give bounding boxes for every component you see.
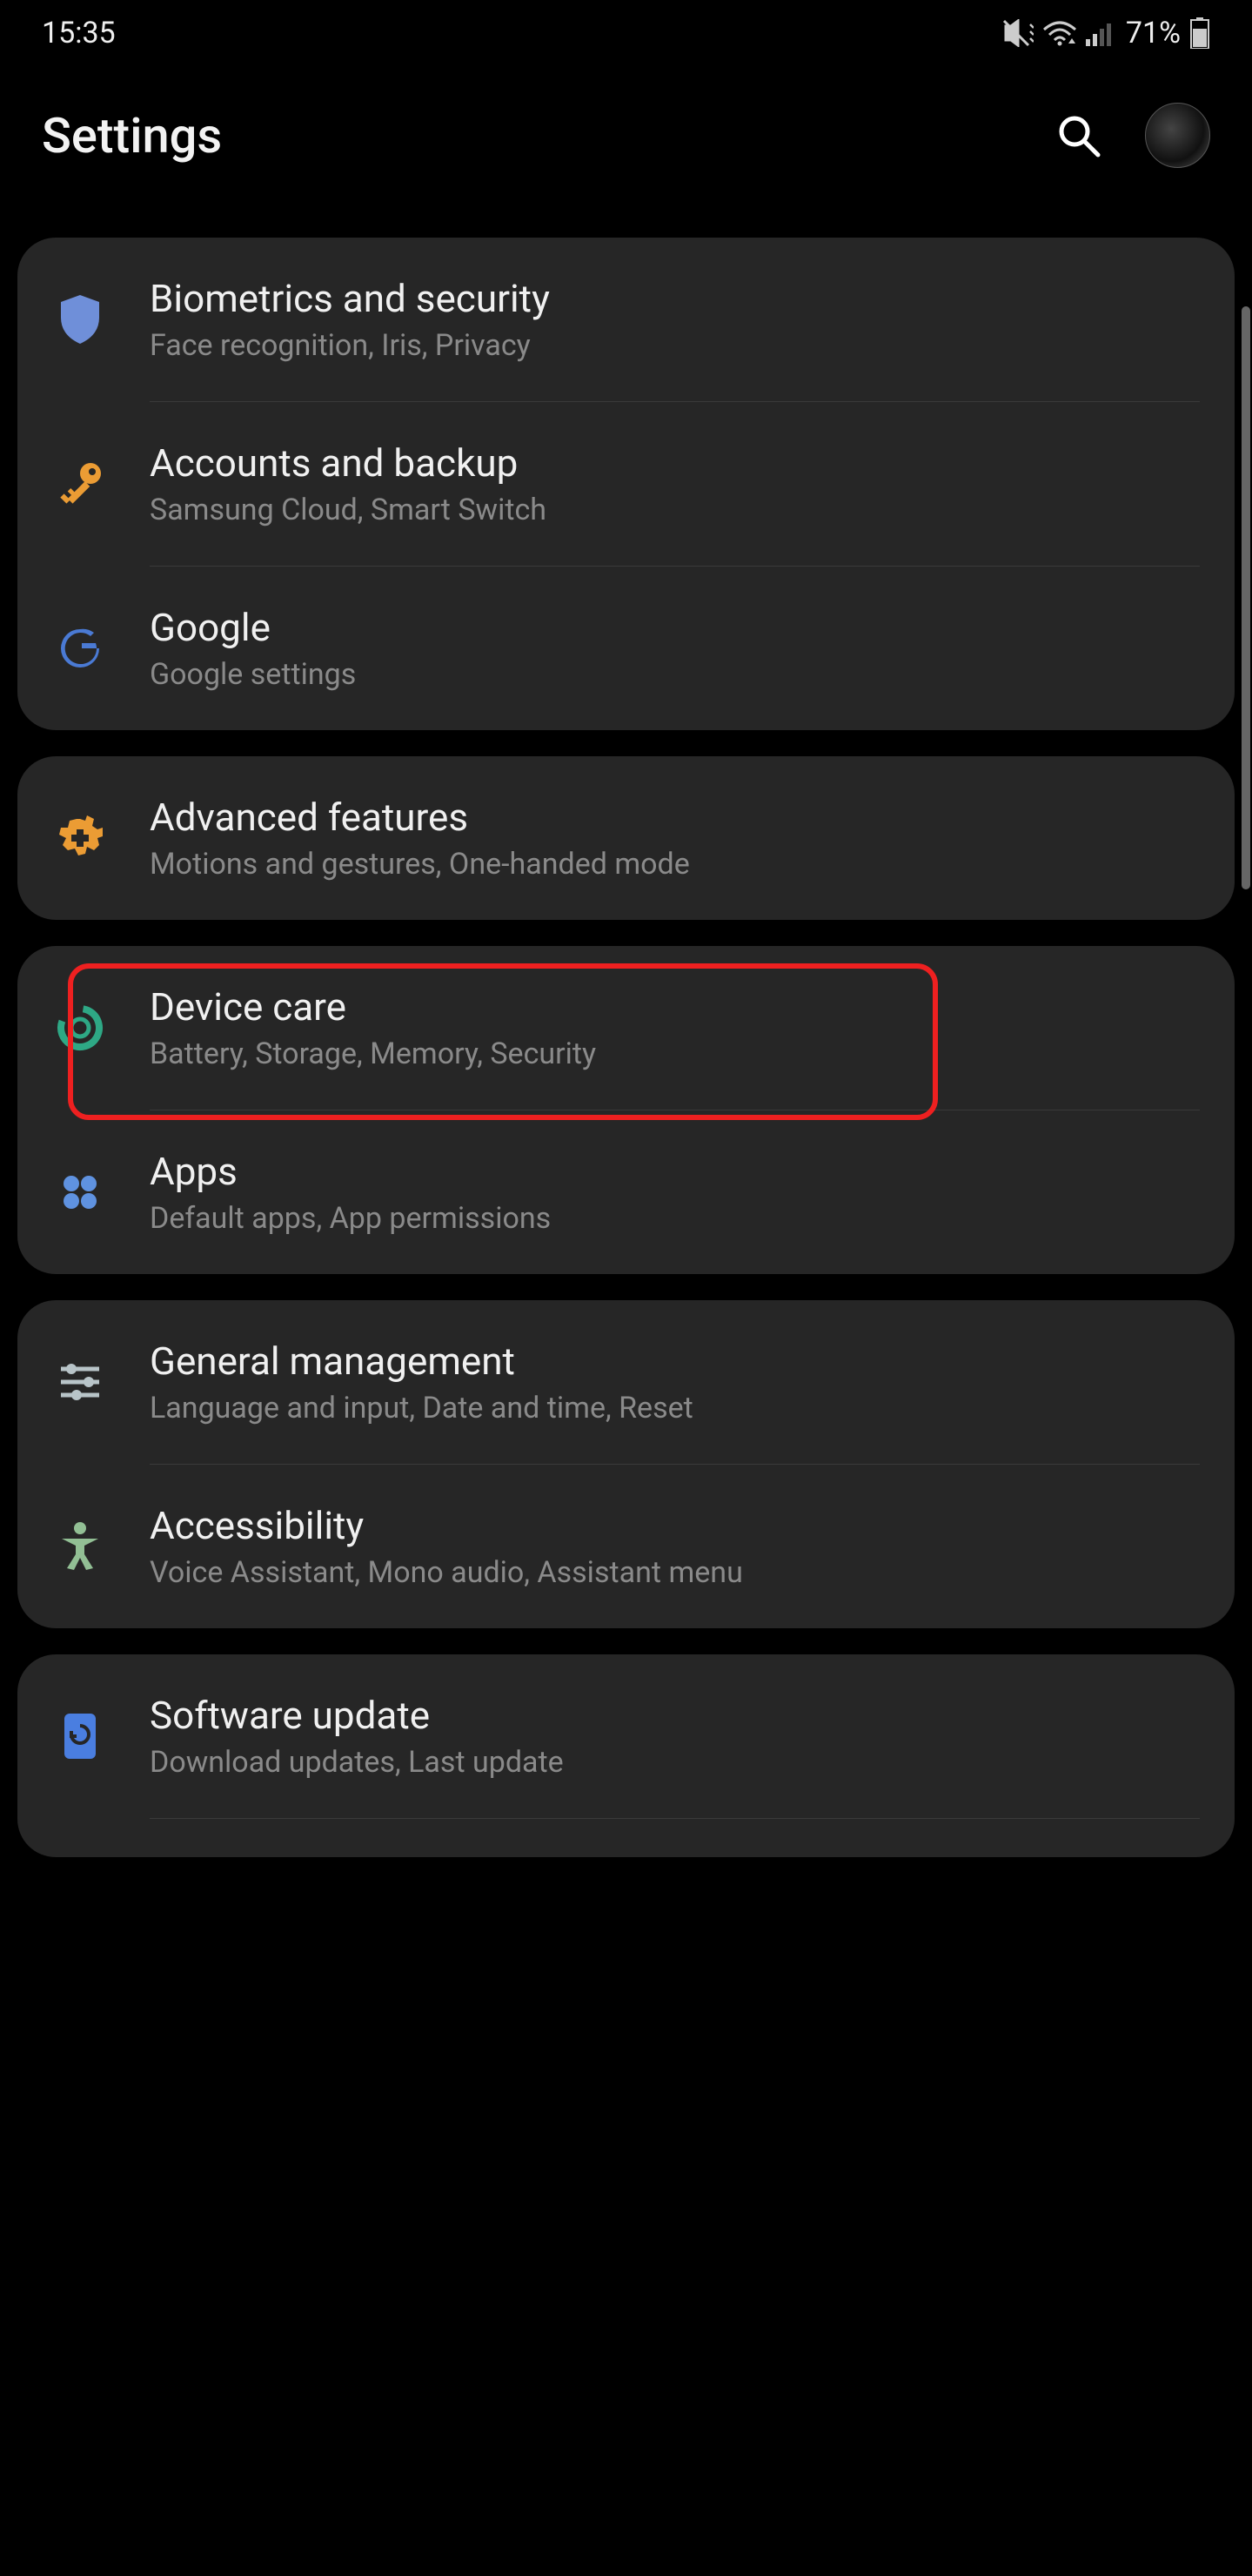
device-care-icon	[57, 1004, 104, 1051]
apps-icon	[59, 1171, 101, 1213]
search-icon[interactable]	[1056, 113, 1101, 158]
mute-vibrate-icon	[1002, 19, 1034, 47]
avatar[interactable]	[1145, 103, 1210, 168]
google-icon	[57, 626, 103, 671]
item-title: General management	[150, 1338, 1198, 1384]
item-desc: Motions and gestures, One-handed mode	[150, 847, 1198, 882]
status-indicators: 71%	[1002, 16, 1210, 50]
item-desc: Google settings	[150, 657, 1198, 692]
update-icon	[59, 1710, 101, 1762]
item-desc: Battery, Storage, Memory, Security	[150, 1036, 1198, 1071]
item-desc: Face recognition, Iris, Privacy	[150, 328, 1198, 363]
scroll-indicator[interactable]	[1242, 306, 1250, 889]
settings-group: Device care Battery, Storage, Memory, Se…	[17, 946, 1235, 1274]
item-accounts[interactable]: Accounts and backup Samsung Cloud, Smart…	[17, 402, 1235, 566]
item-title: Accounts and backup	[150, 440, 1198, 486]
item-title: Apps	[150, 1149, 1198, 1194]
item-title: Device care	[150, 984, 1198, 1030]
item-devicecare[interactable]: Device care Battery, Storage, Memory, Se…	[17, 946, 1235, 1110]
item-desc: Download updates, Last update	[150, 1745, 1198, 1780]
item-apps[interactable]: Apps Default apps, App permissions	[17, 1110, 1235, 1274]
settings-group: Software update Download updates, Last u…	[17, 1654, 1235, 1857]
settings-group: Advanced features Motions and gestures, …	[17, 756, 1235, 920]
wifi-icon	[1042, 19, 1077, 47]
settings-group: General management Language and input, D…	[17, 1300, 1235, 1628]
item-title: Software update	[150, 1693, 1198, 1738]
item-title: Biometrics and security	[150, 276, 1198, 321]
battery-percent: 71%	[1126, 16, 1181, 50]
item-desc: Voice Assistant, Mono audio, Assistant m…	[150, 1555, 1198, 1590]
item-accessibility[interactable]: Accessibility Voice Assistant, Mono audi…	[17, 1465, 1235, 1628]
item-general[interactable]: General management Language and input, D…	[17, 1300, 1235, 1464]
item-desc: Language and input, Date and time, Reset	[150, 1391, 1198, 1426]
item-partial[interactable]	[17, 1819, 1235, 1857]
app-header: Settings	[0, 59, 1252, 238]
accessibility-icon	[58, 1521, 102, 1572]
battery-icon	[1189, 17, 1210, 49]
item-software[interactable]: Software update Download updates, Last u…	[17, 1654, 1235, 1818]
item-title: Advanced features	[150, 795, 1198, 840]
settings-group: Biometrics and security Face recognition…	[17, 238, 1235, 730]
item-google[interactable]: Google Google settings	[17, 567, 1235, 730]
shield-icon	[57, 293, 103, 345]
item-advanced[interactable]: Advanced features Motions and gestures, …	[17, 756, 1235, 920]
status-bar: 15:35 71%	[0, 0, 1252, 59]
key-icon	[56, 460, 104, 508]
sliders-icon	[57, 1362, 103, 1402]
item-title: Google	[150, 605, 1198, 650]
item-desc: Default apps, App permissions	[150, 1201, 1198, 1236]
item-title: Accessibility	[150, 1503, 1198, 1548]
item-desc: Samsung Cloud, Smart Switch	[150, 493, 1198, 527]
status-time: 15:35	[42, 16, 116, 50]
item-biometrics[interactable]: Biometrics and security Face recognition…	[17, 238, 1235, 401]
signal-icon	[1086, 20, 1117, 46]
page-title: Settings	[42, 107, 222, 164]
gear-plus-icon	[56, 814, 104, 862]
